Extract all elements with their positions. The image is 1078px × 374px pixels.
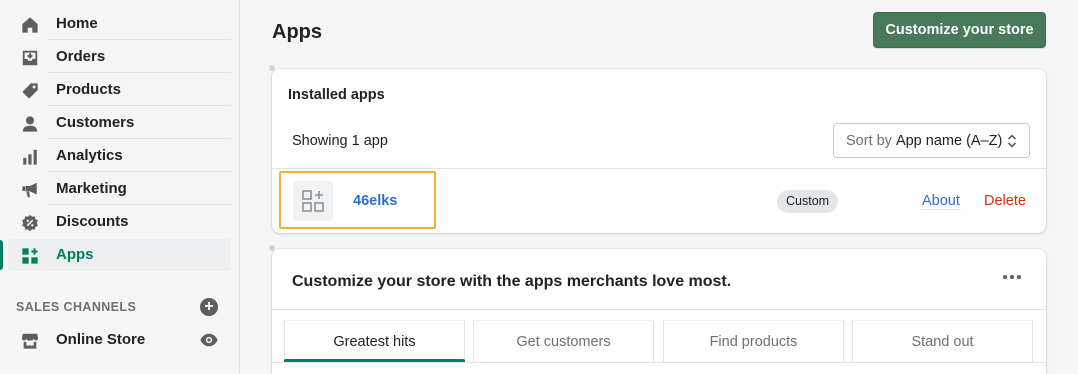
sidebar-item-label: Marketing bbox=[56, 180, 127, 197]
app-name-link[interactable]: 46elks bbox=[353, 193, 397, 209]
divider bbox=[48, 204, 231, 205]
about-link[interactable]: About bbox=[921, 193, 961, 210]
person-icon bbox=[20, 114, 40, 134]
sidebar-item-customers[interactable]: Customers bbox=[8, 107, 231, 139]
card-title: Customize your store with the apps merch… bbox=[292, 273, 732, 290]
sidebar: Home Orders Products Customers Analytics bbox=[0, 0, 240, 374]
card-title: Installed apps bbox=[288, 87, 385, 103]
discount-icon bbox=[20, 213, 40, 233]
divider bbox=[48, 105, 231, 106]
delete-link[interactable]: Delete bbox=[984, 193, 1026, 209]
divider bbox=[272, 309, 1046, 310]
sidebar-item-apps[interactable]: Apps bbox=[8, 239, 231, 271]
sidebar-item-discounts[interactable]: Discounts bbox=[8, 206, 231, 238]
installed-apps-card: Installed apps Showing 1 app Sort by App… bbox=[272, 69, 1046, 233]
apps-icon bbox=[20, 246, 40, 266]
divider bbox=[48, 171, 231, 172]
app-count-text: Showing 1 app bbox=[292, 133, 388, 149]
megaphone-icon bbox=[20, 180, 40, 200]
sidebar-item-online-store[interactable]: Online Store bbox=[8, 324, 231, 356]
sort-value: App name (A–Z) bbox=[895, 132, 1003, 149]
tab-get-customers[interactable]: Get customers bbox=[473, 320, 654, 362]
home-icon bbox=[20, 15, 40, 35]
sidebar-item-label: Products bbox=[56, 81, 122, 98]
sidebar-item-marketing[interactable]: Marketing bbox=[8, 173, 231, 205]
divider bbox=[272, 362, 1046, 363]
sidebar-item-orders[interactable]: Orders bbox=[8, 41, 231, 73]
more-actions-icon[interactable] bbox=[1000, 267, 1024, 287]
app-list-item[interactable]: 46elks bbox=[279, 171, 436, 229]
sidebar-item-label: Apps bbox=[56, 246, 94, 263]
tab-stand-out[interactable]: Stand out bbox=[852, 320, 1033, 362]
tag-icon bbox=[20, 81, 40, 101]
sidebar-item-products[interactable]: Products bbox=[8, 74, 231, 106]
sidebar-item-label: Orders bbox=[56, 48, 106, 65]
divider bbox=[272, 168, 1046, 169]
tab-greatest-hits[interactable]: Greatest hits bbox=[284, 320, 465, 362]
sidebar-item-home[interactable]: Home bbox=[8, 8, 231, 40]
sort-select[interactable]: Sort by App name (A–Z) bbox=[833, 123, 1030, 158]
orders-icon bbox=[20, 48, 40, 68]
eye-icon[interactable] bbox=[199, 331, 219, 349]
app-placeholder-icon bbox=[293, 181, 333, 221]
sales-channels-heading: SALES CHANNELS bbox=[16, 300, 137, 314]
bar-chart-icon bbox=[20, 147, 40, 167]
sort-prefix: Sort by bbox=[846, 132, 892, 149]
add-sales-channel-icon[interactable]: + bbox=[200, 298, 218, 316]
divider bbox=[48, 138, 231, 139]
sidebar-item-label: Analytics bbox=[56, 147, 123, 164]
divider bbox=[48, 72, 231, 73]
tab-find-products[interactable]: Find products bbox=[663, 320, 844, 362]
sidebar-item-label: Online Store bbox=[56, 331, 146, 348]
active-indicator bbox=[0, 240, 3, 270]
sidebar-item-label: Discounts bbox=[56, 213, 129, 230]
sidebar-item-label: Home bbox=[56, 15, 98, 32]
select-arrows-icon bbox=[1007, 133, 1017, 149]
recommended-apps-card: Customize your store with the apps merch… bbox=[272, 249, 1046, 374]
status-badge: Custom bbox=[777, 190, 839, 213]
divider bbox=[48, 39, 231, 40]
page-title: Apps bbox=[272, 21, 322, 43]
customize-store-button[interactable]: Customize your store bbox=[873, 12, 1046, 48]
store-icon bbox=[20, 331, 40, 351]
sidebar-item-label: Customers bbox=[56, 114, 135, 131]
sidebar-item-analytics[interactable]: Analytics bbox=[8, 140, 231, 172]
